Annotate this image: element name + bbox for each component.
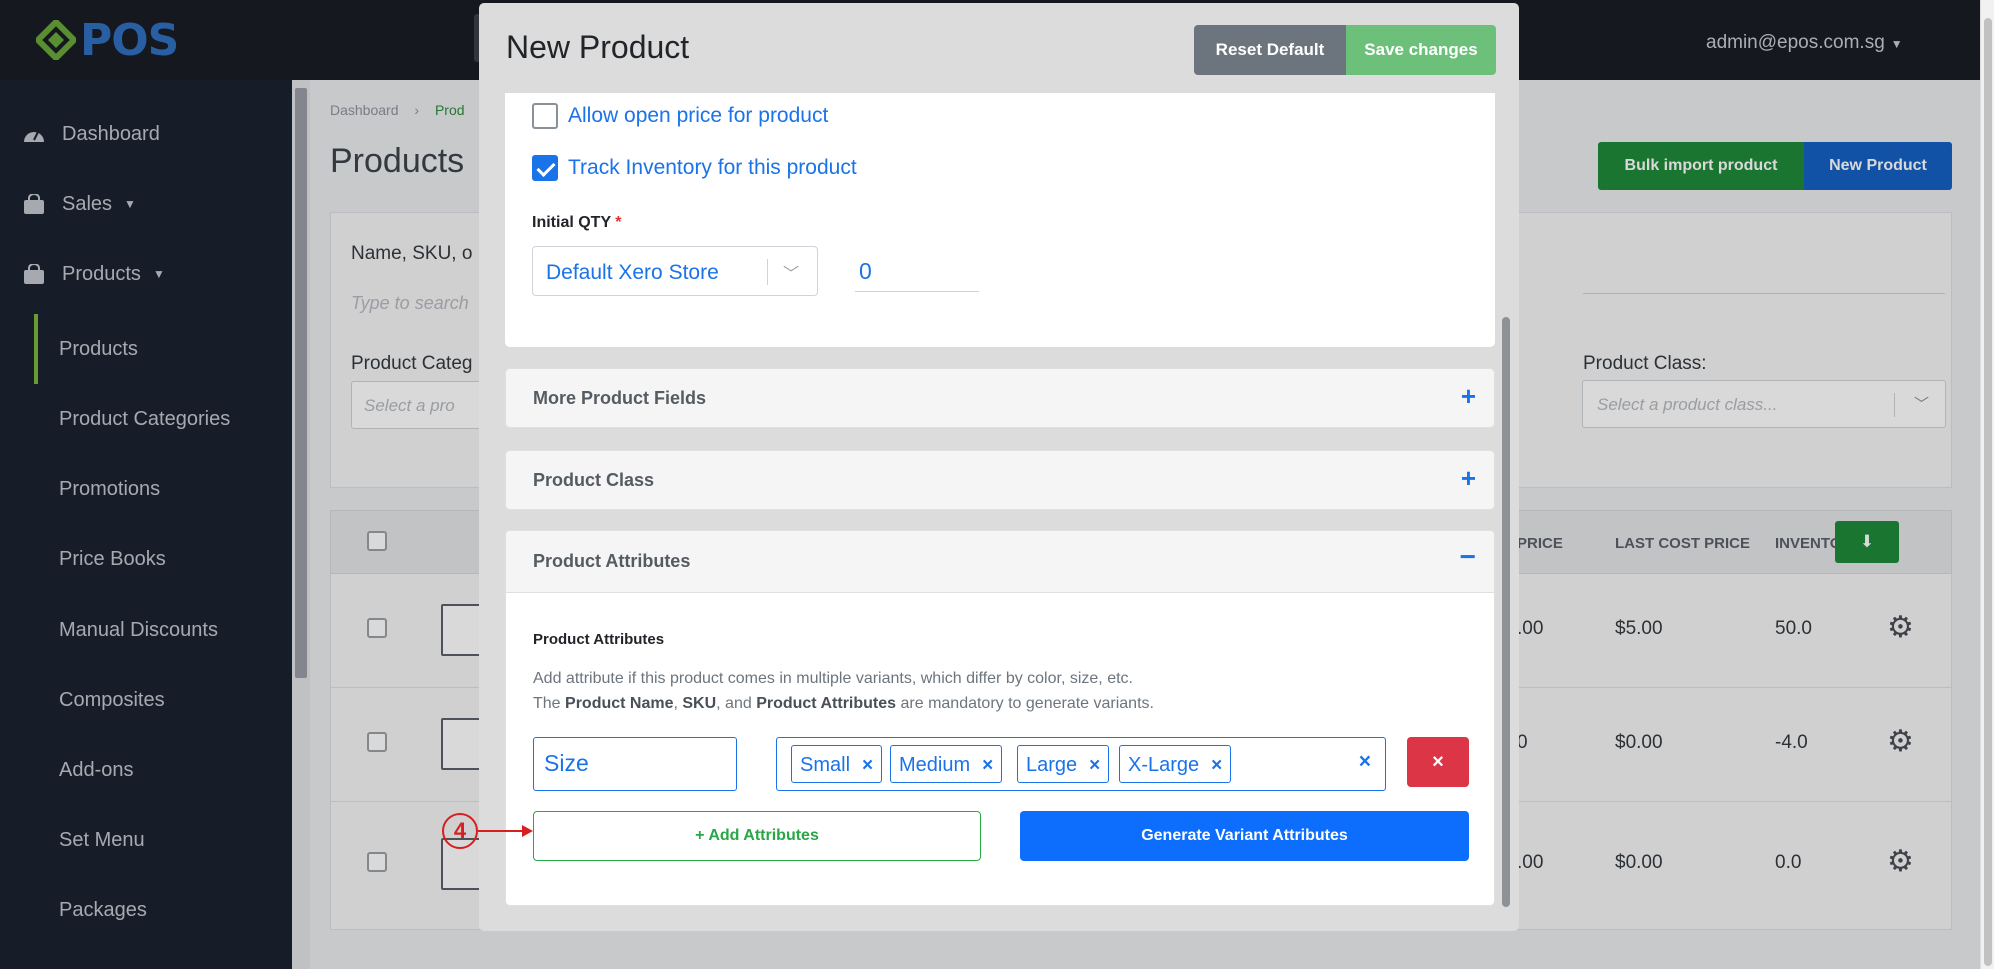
tag-label: X-Large <box>1128 754 1200 776</box>
attributes-subtitle: Product Attributes <box>533 631 665 648</box>
arrow-right-icon <box>522 825 533 837</box>
plus-icon[interactable]: + <box>1461 463 1476 494</box>
plus-icon[interactable]: + <box>1461 381 1476 412</box>
value-tag: Small × <box>791 745 883 783</box>
store-value: Default Xero Store <box>546 261 719 284</box>
minus-icon[interactable]: − <box>1460 541 1476 573</box>
tag-label: Large <box>1026 754 1078 776</box>
note-bold: Product Attributes <box>756 695 897 712</box>
step-callout: 4 <box>442 813 478 849</box>
attributes-mandatory-note: The Product Name, SKU, and Product Attri… <box>533 695 1154 713</box>
allow-open-price-option[interactable]: Allow open price for product <box>532 103 828 129</box>
scrollbar-thumb[interactable] <box>1984 18 1992 966</box>
attributes-header[interactable]: Product Attributes − <box>506 531 1494 593</box>
new-product-modal: New Product Reset Default Save changes A… <box>479 3 1519 931</box>
store-select[interactable]: Default Xero Store ﹀ <box>532 246 818 296</box>
attribute-name-input[interactable]: Size <box>533 737 737 791</box>
reset-default-button[interactable]: Reset Default <box>1194 25 1346 75</box>
value-tag: Medium × <box>890 745 1003 783</box>
remove-tag-icon[interactable]: × <box>1211 755 1222 776</box>
section-product-attributes: Product Attributes − Product Attributes … <box>505 530 1495 906</box>
page-scrollbar[interactable] <box>1980 0 1994 969</box>
value-tag: X-Large × <box>1119 745 1232 783</box>
inventory-card: Allow open price for product Track Inven… <box>505 93 1495 347</box>
initial-qty-input[interactable]: 0 <box>855 256 979 292</box>
required-mark: * <box>615 214 622 231</box>
section-more-product-fields[interactable]: More Product Fields + <box>505 368 1495 428</box>
allow-open-price-label[interactable]: Allow open price for product <box>568 104 828 128</box>
delete-attribute-button[interactable]: × <box>1407 737 1469 787</box>
note-bold: SKU <box>682 695 717 712</box>
tag-label: Medium <box>899 754 971 776</box>
clear-all-icon[interactable]: × <box>1359 750 1371 774</box>
remove-tag-icon[interactable]: × <box>1089 755 1100 776</box>
attribute-values-input[interactable]: Small × Medium × Large × X-Large × × <box>776 737 1386 791</box>
select-divider <box>767 259 768 285</box>
note-text: The <box>533 695 566 712</box>
allow-open-price-checkbox[interactable] <box>532 103 558 129</box>
add-attributes-button[interactable]: + Add Attributes <box>533 811 981 861</box>
attributes-description: Add attribute if this product comes in m… <box>533 670 1133 687</box>
track-inventory-option[interactable]: Track Inventory for this product <box>532 155 857 181</box>
section-label: More Product Fields <box>533 388 707 408</box>
modal-title: New Product <box>506 29 690 65</box>
track-inventory-label[interactable]: Track Inventory for this product <box>568 156 857 180</box>
chevron-down-icon: ﹀ <box>783 266 800 283</box>
callout-arrow-line <box>478 830 526 832</box>
tag-label: Small <box>800 754 851 776</box>
remove-tag-icon[interactable]: × <box>982 755 993 776</box>
initial-qty-text: Initial QTY <box>532 214 611 231</box>
value-tag: Large × <box>1017 745 1110 783</box>
save-changes-button[interactable]: Save changes <box>1346 25 1496 75</box>
track-inventory-checkbox[interactable] <box>532 155 558 181</box>
remove-tag-icon[interactable]: × <box>862 755 873 776</box>
note-text: , and <box>716 695 757 712</box>
note-bold: Product Name <box>565 695 674 712</box>
modal-scrollbar-thumb[interactable] <box>1502 317 1510 907</box>
note-text: are mandatory to generate variants. <box>896 695 1154 712</box>
section-product-class[interactable]: Product Class + <box>505 450 1495 510</box>
section-label: Product Attributes <box>533 551 691 571</box>
generate-variant-attributes-button[interactable]: Generate Variant Attributes <box>1020 811 1469 861</box>
initial-qty-label: Initial QTY * <box>532 214 622 232</box>
section-label: Product Class <box>533 470 655 490</box>
